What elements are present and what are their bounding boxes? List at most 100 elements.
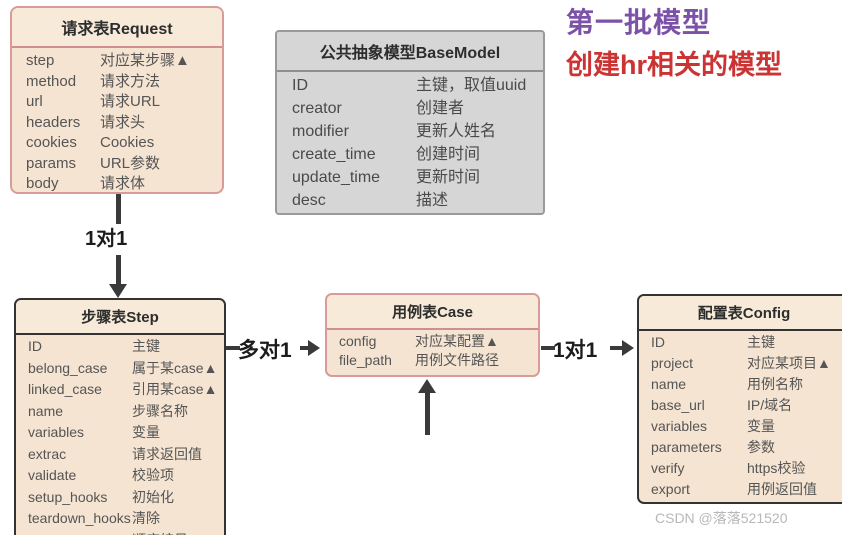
heading-hr-models: 创建hr相关的模型 [566, 50, 782, 80]
table-row: belong_case 属于某case▲ [16, 361, 224, 383]
field-desc: 初始化 [132, 488, 174, 505]
table-row: method 请求方法 [12, 74, 222, 95]
arrowhead-right-icon [622, 340, 634, 356]
connector-into-case-bottom [425, 392, 430, 435]
field-desc: 主键 [747, 334, 775, 350]
field-desc: 对应某配置▲ [415, 333, 499, 349]
field-desc: 步骤名称 [132, 402, 188, 419]
field-name: name [28, 402, 64, 419]
field-name: name [651, 376, 687, 392]
connector-request-step-upper [116, 194, 121, 224]
field-name: ID [292, 77, 308, 94]
field-name: creator [292, 100, 342, 117]
field-desc: 参数 [747, 439, 775, 455]
table-row: ID 主键 [16, 339, 224, 361]
table-row: name 用例名称 [639, 377, 842, 398]
table-row: url 请求URL [12, 94, 222, 115]
table-row: config 对应某配置▲ [327, 334, 538, 353]
table-row: cookies Cookies [12, 135, 222, 156]
entity-box-case: 用例表Case config 对应某配置▲ file_path 用例文件路径 [325, 293, 540, 377]
field-name: variables [651, 418, 708, 434]
diagram-canvas: 请求表Request step 对应某步骤▲ method 请求方法 url 请求UR… [0, 0, 842, 535]
field-name: parameters [651, 439, 722, 455]
table-row: creator 创建者 [277, 101, 543, 124]
table-row: variables 变量 [639, 419, 842, 440]
entity-fields-step: ID 主键 belong_case 属于某case▲ linked_case 引用某c… [16, 335, 224, 535]
field-name: project [651, 355, 694, 371]
field-name: ID [28, 338, 42, 354]
field-desc: 校验项 [132, 467, 174, 483]
entity-box-request: 请求表Request step 对应某步骤▲ method 请求方法 url 请求UR… [10, 6, 224, 194]
field-name: extrac [28, 445, 67, 462]
field-desc: 变量 [132, 424, 160, 440]
field-desc: 属于某case▲ [132, 359, 218, 376]
watermark-text: CSDN @落落521520 [655, 510, 788, 526]
field-desc: 引用某case▲ [132, 381, 218, 397]
table-row: setup_hooks 初始化 [16, 490, 224, 512]
field-name: url [26, 93, 43, 110]
field-name: modifier [292, 123, 349, 140]
field-desc: 创建者 [416, 100, 465, 117]
table-row: verify https校验 [639, 461, 842, 482]
field-name: belong_case [28, 359, 108, 376]
field-desc: https校验 [747, 460, 806, 476]
field-name: teardown_hooks [28, 510, 131, 526]
field-name: file_path [339, 352, 392, 368]
field-desc: 主键 [132, 338, 160, 354]
field-desc: 更新时间 [416, 169, 481, 186]
field-desc: 对应某项目▲ [747, 355, 831, 371]
table-row: base_url IP/域名 [639, 398, 842, 419]
table-row: desc 描述 [277, 192, 543, 213]
table-row: headers 请求头 [12, 115, 222, 136]
table-row: file_path 用例文件路径 [327, 353, 538, 372]
table-row: parameters 参数 [639, 440, 842, 461]
field-desc: Cookies [100, 134, 155, 151]
field-name: validate [28, 467, 77, 483]
table-row: name 步骤名称 [16, 404, 224, 426]
field-name: config [339, 333, 377, 349]
arrowhead-right-icon [308, 340, 320, 356]
field-name: headers [26, 113, 81, 131]
field-name: verify [651, 460, 685, 476]
entity-title-config: 配置表Config [639, 296, 842, 331]
entity-fields-case: config 对应某配置▲ file_path 用例文件路径 [327, 330, 538, 375]
field-desc: 请求体 [100, 175, 146, 192]
field-name: body [26, 175, 59, 192]
field-desc: 请求头 [100, 113, 146, 131]
field-desc: 描述 [416, 192, 449, 209]
field-name: variables [28, 424, 85, 440]
table-row: validate 校验项 [16, 468, 224, 490]
relation-label-step-case: 多对1 [238, 339, 292, 362]
field-name: export [651, 481, 690, 497]
relation-label-request-step: 1对1 [85, 228, 128, 250]
table-row: ID 主键，取值uuid [277, 78, 543, 101]
table-row: export 用例返回值 [639, 481, 842, 502]
entity-title-request: 请求表Request [12, 8, 222, 48]
table-row: variables 变量 [16, 425, 224, 447]
field-name: update_time [292, 169, 381, 186]
table-row: create_time 创建时间 [277, 147, 543, 170]
entity-title-case: 用例表Case [327, 295, 538, 330]
field-desc: 请求方法 [100, 72, 161, 90]
field-name: cookies [26, 134, 77, 151]
entity-fields-config: ID 主键 project 对应某项目▲ name 用例名称 base_url IP/域… [639, 331, 842, 502]
field-desc: 主键，取值uuid [416, 77, 527, 94]
field-desc: URL参数 [100, 154, 161, 172]
entity-box-config: 配置表Config ID 主键 project 对应某项目▲ name 用例名称 ba… [637, 294, 842, 504]
table-row: linked_case 引用某case▲ [16, 382, 224, 404]
field-desc: 用例文件路径 [415, 352, 499, 368]
field-desc: 对应某步骤▲ [100, 52, 190, 69]
table-row: project 对应某项目▲ [639, 356, 842, 377]
field-desc: 请求返回值 [132, 445, 202, 462]
entity-title-basemodel: 公共抽象模型BaseModel [277, 32, 543, 72]
table-row: ID 主键 [639, 335, 842, 356]
field-desc: 用例返回值 [747, 481, 817, 497]
field-name: setup_hooks [28, 488, 108, 505]
field-desc: 用例名称 [747, 376, 803, 392]
field-desc: 变量 [747, 418, 775, 434]
field-name: params [26, 154, 77, 172]
field-name: create_time [292, 146, 376, 163]
field-desc: 创建时间 [416, 146, 481, 163]
field-name: method [26, 72, 77, 90]
entity-fields-basemodel: ID 主键，取值uuid creator 创建者 modifier 更新人姓名 cre… [277, 72, 543, 213]
